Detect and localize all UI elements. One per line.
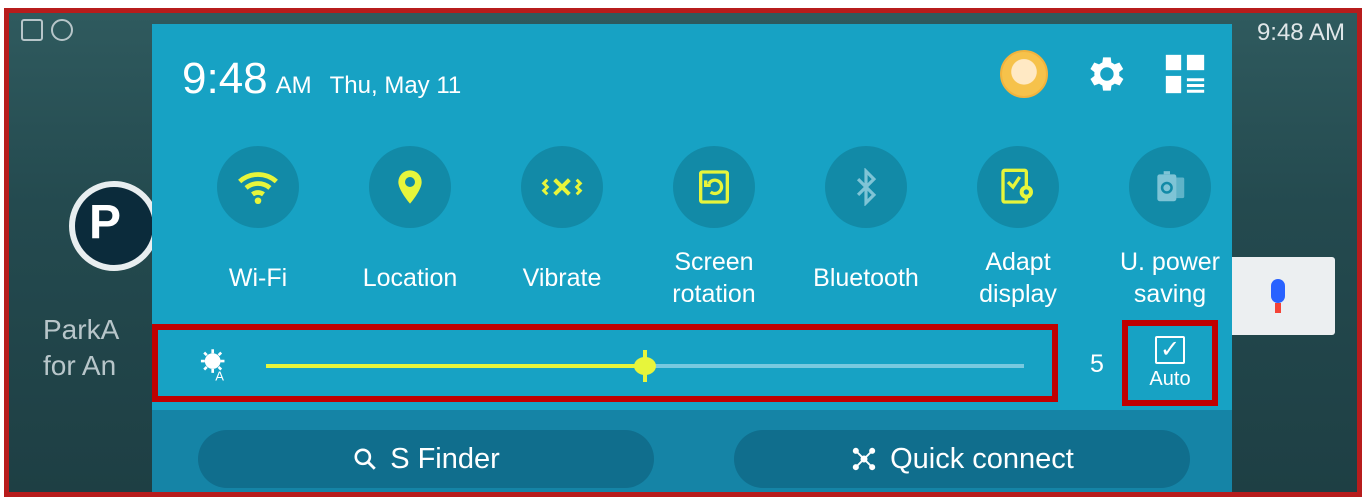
- toggle-label: Bluetooth: [813, 264, 919, 292]
- brightness-level: 5: [1090, 350, 1104, 378]
- brightness-control-highlight: A: [152, 324, 1058, 402]
- checkbox-checked-icon: ✓: [1155, 335, 1185, 364]
- wifi-icon: [238, 172, 278, 205]
- user-avatar-icon[interactable]: [1000, 50, 1048, 98]
- settings-gear-icon[interactable]: [1082, 51, 1128, 97]
- toggle-adapt-display[interactable]: Adapt display: [942, 146, 1094, 314]
- status-bar-icons: [21, 19, 73, 41]
- brightness-slider[interactable]: [266, 350, 1024, 382]
- toggle-vibrate[interactable]: Vibrate: [486, 146, 638, 314]
- toggle-label: Adapt display: [979, 248, 1057, 308]
- toggle-label: U. power saving: [1119, 248, 1221, 308]
- auto-label: Auto: [1149, 367, 1191, 390]
- app-label-line2: for An: [43, 350, 117, 381]
- search-icon: [354, 448, 376, 470]
- panel-ampm: AM: [275, 72, 312, 99]
- s-finder-button[interactable]: S Finder: [198, 430, 654, 488]
- panel-time-date: 9:48 AM Thu, May 11: [182, 54, 461, 104]
- ultra-power-saving-icon: [1157, 171, 1185, 202]
- quick-toggles: Wi-Fi Location Vibrate Screen rotation B…: [182, 146, 1246, 314]
- toggle-screen-rotation[interactable]: Screen rotation: [638, 146, 790, 314]
- quick-settings-grid-icon[interactable]: [1162, 51, 1208, 97]
- gallery-icon: [21, 19, 43, 41]
- quick-connect-icon: [852, 447, 876, 471]
- notification-panel: 9:48 AM Thu, May 11 Wi-Fi Location Vibra…: [152, 24, 1232, 492]
- svg-text:A: A: [215, 369, 224, 382]
- parking-app-icon[interactable]: P: [69, 181, 159, 271]
- toggle-label: Wi-Fi: [228, 264, 288, 292]
- toggle-label: Vibrate: [522, 264, 602, 292]
- adapt-display-icon: [1001, 168, 1033, 204]
- bluetooth-icon: [856, 168, 877, 206]
- panel-top-icons: [1000, 50, 1208, 98]
- vibrate-icon: [541, 178, 583, 196]
- toggle-location[interactable]: Location: [334, 146, 486, 314]
- panel-bottom-bar: S Finder Quick connect: [152, 410, 1232, 492]
- panel-date: Thu, May 11: [329, 72, 462, 99]
- toggle-wifi[interactable]: Wi-Fi: [182, 146, 334, 314]
- toggle-label: Screen rotation: [672, 248, 756, 308]
- quick-connect-button[interactable]: Quick connect: [734, 430, 1190, 488]
- brightness-slider-thumb[interactable]: [634, 350, 656, 382]
- screenshot-frame: 9:48 AM P ParkA for An 9:48 AM Thu, May …: [4, 8, 1362, 497]
- panel-time: 9:48: [182, 54, 268, 103]
- toggle-ultra-power-saving[interactable]: U. power saving: [1094, 146, 1246, 314]
- brightness-slider-fill: [266, 364, 645, 368]
- auto-brightness-checkbox[interactable]: ✓ Auto: [1122, 320, 1218, 406]
- sync-icon: [51, 19, 73, 41]
- toggle-bluetooth[interactable]: Bluetooth: [790, 146, 942, 314]
- location-icon: [398, 170, 422, 204]
- screen-rotation-icon: [699, 170, 729, 204]
- status-bar-clock: 9:48 AM: [1256, 19, 1345, 46]
- app-label-line1: ParkA: [43, 314, 120, 345]
- toggle-label: Location: [362, 264, 458, 292]
- microphone-icon[interactable]: [1271, 279, 1285, 313]
- quick-connect-label: Quick connect: [890, 442, 1074, 475]
- s-finder-label: S Finder: [390, 442, 500, 475]
- auto-brightness-icon: A: [200, 349, 225, 382]
